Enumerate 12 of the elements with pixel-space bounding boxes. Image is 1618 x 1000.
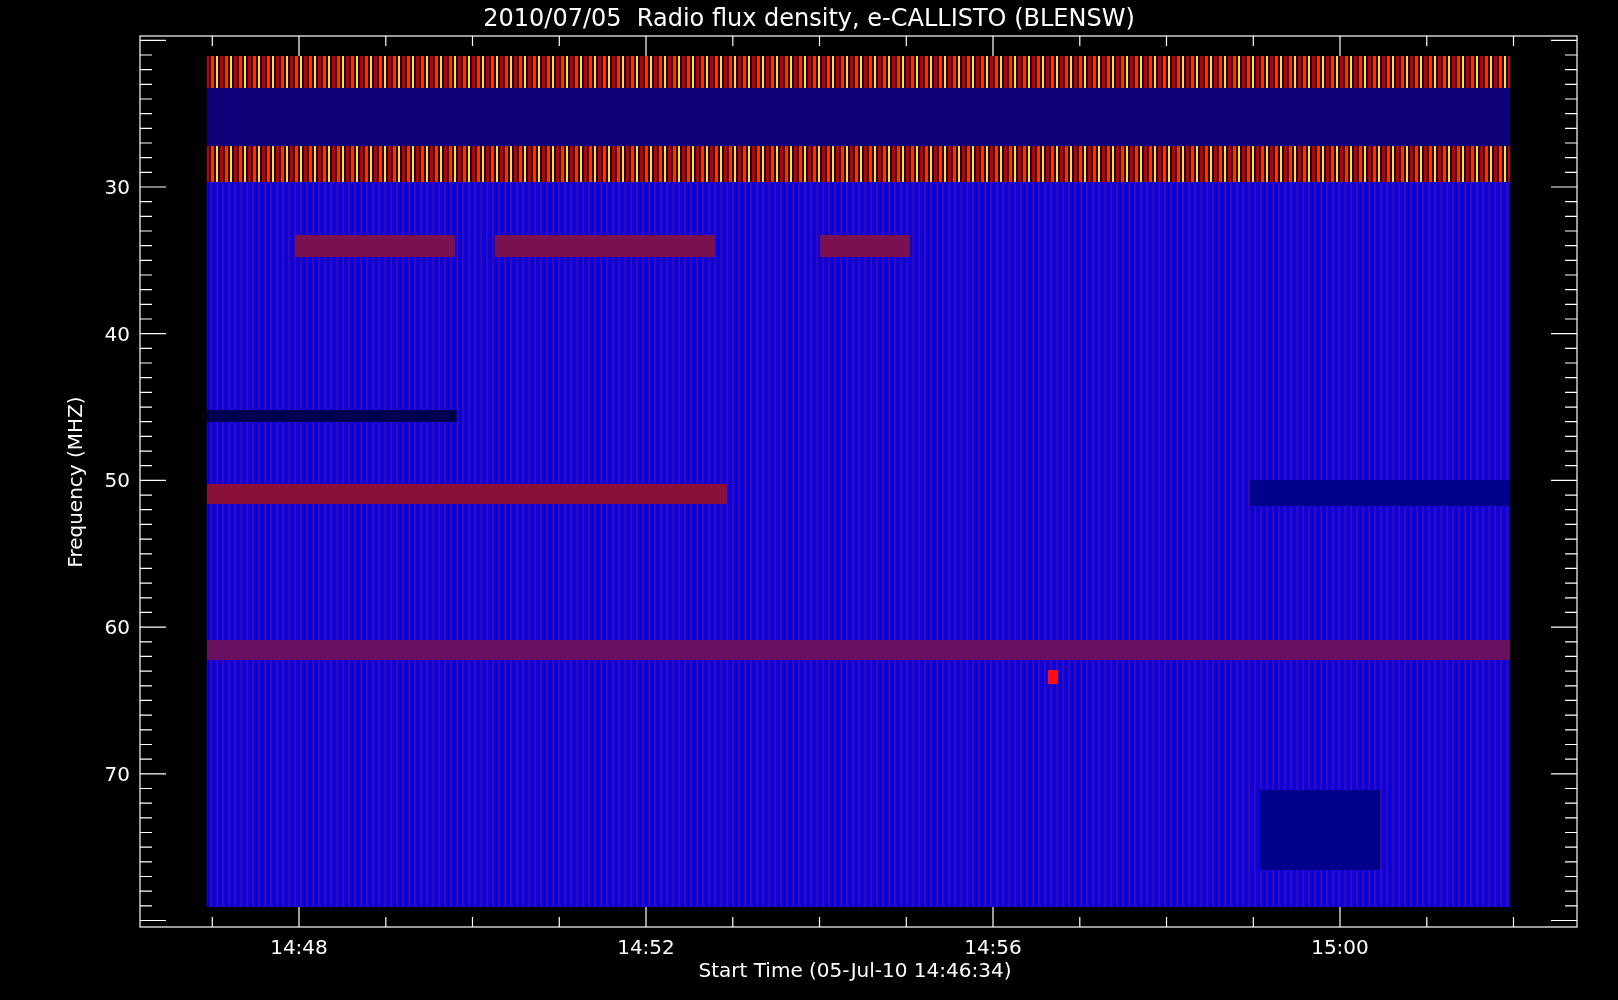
- y-axis-label: Frequency (MHZ): [63, 396, 87, 568]
- axis-tick-label: 14:48: [270, 935, 328, 959]
- axis-tick-label: 30: [104, 175, 130, 199]
- x-axis-label: Start Time (05-Jul-10 14:46:34): [698, 958, 1012, 982]
- axis-tick-label: 40: [104, 321, 130, 346]
- chart-title: 2010/07/05 Radio flux density, e-CALLISTO (BLENSW): [483, 4, 1135, 32]
- axis-tick-label: 15:00: [1311, 935, 1369, 959]
- axis-tick-label: 60: [104, 615, 130, 640]
- axis-tick-label: 14:56: [964, 935, 1022, 959]
- axis-tick-label: 70: [104, 761, 130, 786]
- axis-tick-label: 50: [104, 468, 130, 493]
- axis-tick-label: 14:52: [617, 935, 675, 959]
